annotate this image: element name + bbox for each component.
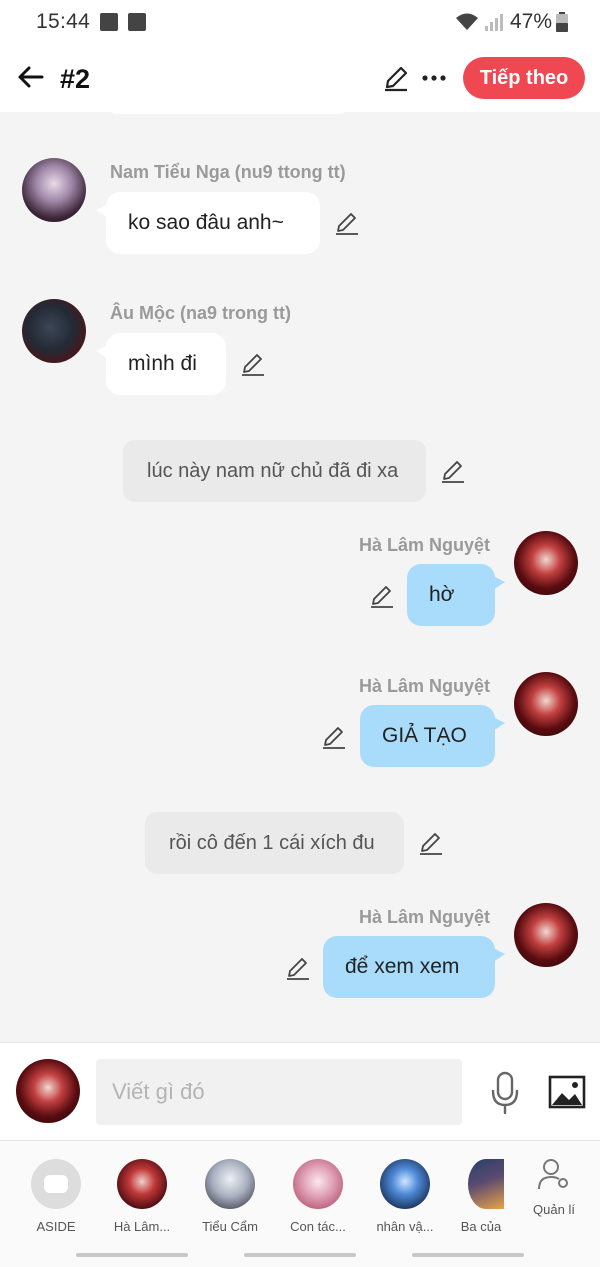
avatar-au-moc[interactable] <box>22 299 86 363</box>
manage-label: Quản lí <box>533 1202 575 1217</box>
character-avatar <box>117 1159 167 1209</box>
character-label: ASIDE <box>36 1219 76 1234</box>
speaker-name: Hà Lâm Nguyệt <box>358 535 490 555</box>
checkbox-notification-icon <box>128 13 146 31</box>
character-bar: ASIDE Hà Lâm... Tiểu Cẩm Con tác... nhân… <box>0 1140 600 1246</box>
microphone-icon[interactable] <box>488 1071 522 1115</box>
narration-bubble[interactable]: lúc này nam nữ chủ đã đi xa <box>123 440 426 502</box>
character-aside[interactable]: ASIDE <box>16 1159 96 1234</box>
current-speaker-avatar[interactable] <box>16 1059 80 1123</box>
character-label: Tiểu Cẩm <box>202 1219 258 1234</box>
aside-icon <box>31 1159 81 1209</box>
edit-message-icon[interactable] <box>240 351 266 377</box>
status-time: 15:44 <box>36 10 91 33</box>
manage-characters-button[interactable]: Quản lí <box>522 1157 586 1217</box>
wifi-icon <box>455 13 478 30</box>
avatar-nam-tieu-nga[interactable] <box>22 158 86 222</box>
character-con-tac[interactable]: Con tác... <box>278 1159 358 1234</box>
image-icon[interactable] <box>548 1075 586 1109</box>
nav-handle <box>412 1253 524 1257</box>
previous-bubble-fragment <box>106 92 351 114</box>
nav-handle <box>244 1253 356 1257</box>
battery-percent: 47% <box>509 10 552 33</box>
character-label: Hà Lâm... <box>113 1219 171 1234</box>
edit-message-icon[interactable] <box>369 583 395 609</box>
avatar-ha-lam-nguyet[interactable] <box>514 672 578 736</box>
edit-message-icon[interactable] <box>334 210 360 236</box>
status-bar: 15:44 47% <box>0 0 600 46</box>
edit-message-icon[interactable] <box>285 955 311 981</box>
nav-handle <box>76 1253 188 1257</box>
signal-icon <box>484 14 503 31</box>
character-avatar <box>468 1159 504 1209</box>
character-ba-cua[interactable]: Ba của <box>446 1159 516 1234</box>
edit-message-icon[interactable] <box>321 724 347 750</box>
speaker-name: Hà Lâm Nguyệt <box>358 676 490 696</box>
character-avatar <box>293 1159 343 1209</box>
edit-message-icon[interactable] <box>418 830 444 856</box>
chat-thread[interactable]: Nam Tiểu Nga (nu9 ttong tt) ko sao đâu a… <box>0 92 600 1042</box>
speaker-name: Hà Lâm Nguyệt <box>358 907 490 927</box>
speaker-name: Âu Mộc (na9 trong tt) <box>110 303 291 323</box>
character-label: Con tác... <box>290 1219 346 1234</box>
character-nhan-vat[interactable]: nhân vậ... <box>365 1159 445 1234</box>
edit-pencil-icon[interactable] <box>382 64 410 92</box>
battery-icon <box>556 12 568 32</box>
message-input[interactable] <box>96 1059 462 1125</box>
system-nav-bar <box>0 1246 600 1267</box>
character-label: Ba của <box>460 1219 502 1234</box>
user-settings-icon <box>538 1159 568 1190</box>
edit-message-icon[interactable] <box>440 458 466 484</box>
back-arrow-icon[interactable] <box>14 60 48 94</box>
message-bubble[interactable]: để xem xem <box>323 936 505 998</box>
narration-bubble[interactable]: rồi cô đến 1 cái xích đu <box>145 812 404 874</box>
speaker-name: Nam Tiểu Nga (nu9 ttong tt) <box>110 162 346 182</box>
next-button[interactable]: Tiếp theo <box>463 57 585 99</box>
character-tieu-cam[interactable]: Tiểu Cẩm <box>190 1159 270 1234</box>
page-title: #2 <box>60 64 91 94</box>
message-bubble[interactable]: mình đi <box>96 333 226 395</box>
gallery-notification-icon <box>100 13 118 31</box>
character-avatar <box>380 1159 430 1209</box>
message-bubble[interactable]: hờ <box>407 564 505 626</box>
avatar-ha-lam-nguyet[interactable] <box>514 903 578 967</box>
character-avatar <box>205 1159 255 1209</box>
message-bubble[interactable]: ko sao đâu anh~ <box>96 192 320 254</box>
character-label: nhân vậ... <box>376 1219 434 1234</box>
character-ha-lam[interactable]: Hà Lâm... <box>102 1159 182 1234</box>
message-composer <box>0 1042 600 1140</box>
avatar-ha-lam-nguyet[interactable] <box>514 531 578 595</box>
message-bubble[interactable]: GIẢ TẠO <box>360 705 505 767</box>
status-right: 47% <box>454 10 568 34</box>
more-options-icon[interactable] <box>421 64 447 92</box>
